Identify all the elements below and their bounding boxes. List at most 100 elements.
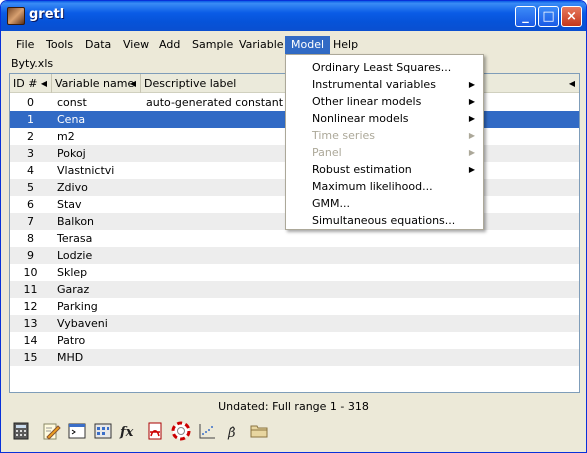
gretl-app-icon[interactable] <box>7 7 25 25</box>
variable-name: Cena <box>57 113 86 126</box>
variable-id: 11 <box>23 283 38 296</box>
model-menu-item-label: Maximum likelihood... <box>312 180 433 193</box>
model-menu-item[interactable]: Robust estimation ▶ <box>286 161 483 178</box>
table-row[interactable]: 10 Sklep <box>10 264 579 281</box>
model-menu-item: Panel ▶ <box>286 144 483 161</box>
variable-id: 10 <box>23 266 38 279</box>
variable-id: 15 <box>23 351 38 364</box>
variable-name: const <box>57 96 87 109</box>
table-row[interactable]: 13 Vybaveni <box>10 315 579 332</box>
beta-model-icon[interactable]: β̂ <box>223 421 243 441</box>
submenu-arrow-icon: ▶ <box>468 114 475 123</box>
column-header-name[interactable]: Variable name ◀ <box>52 74 141 93</box>
gretl-main-window: gretl _ □ × File Tools Data View Add Sam… <box>0 0 587 453</box>
minimize-button[interactable]: _ <box>515 6 536 27</box>
model-menu-item[interactable]: Instrumental variables ▶ <box>286 76 483 93</box>
table-row[interactable]: 8 Terasa <box>10 230 579 247</box>
variable-id: 9 <box>27 249 34 262</box>
submenu-arrow-icon: ▶ <box>468 97 475 106</box>
variable-name: Balkon <box>57 215 95 228</box>
variable-name: MHD <box>57 351 84 364</box>
fx-glyph: fx <box>119 425 134 440</box>
variable-id: 13 <box>23 317 38 330</box>
table-row[interactable]: 11 Garaz <box>10 281 579 298</box>
submenu-arrow-icon: ▶ <box>468 131 475 140</box>
variable-id: 5 <box>27 181 34 194</box>
sort-arrow-icon: ◀ <box>129 79 136 88</box>
menu-add[interactable]: Add <box>153 36 186 54</box>
variable-id: 8 <box>27 232 34 245</box>
help-lifebuoy-icon[interactable] <box>171 421 191 441</box>
menu-help[interactable]: Help <box>327 36 364 54</box>
pdf-manual-icon[interactable] <box>145 421 165 441</box>
column-header-id-label: ID # <box>13 77 38 90</box>
menu-data[interactable]: Data <box>79 36 117 54</box>
model-menu-item[interactable]: Nonlinear models ▶ <box>286 110 483 127</box>
console-icon[interactable] <box>67 421 87 441</box>
table-row[interactable]: 15 MHD <box>10 349 579 366</box>
window-title: gretl <box>29 7 65 22</box>
variable-id: 14 <box>23 334 38 347</box>
table-row[interactable]: 14 Patro <box>10 332 579 349</box>
variable-name: Vlastnictvi <box>57 164 115 177</box>
title-bar[interactable]: gretl _ □ × <box>1 1 586 31</box>
column-header-id[interactable]: ID # ◀ <box>10 74 52 93</box>
open-folder-icon[interactable] <box>249 421 269 441</box>
variable-id: 12 <box>23 300 38 313</box>
variable-name: Stav <box>57 198 82 211</box>
variable-name: Garaz <box>57 283 90 296</box>
beta-hat-glyph: β̂ <box>227 426 236 441</box>
variable-name: Parking <box>57 300 98 313</box>
model-menu-item-label: Panel <box>312 146 342 159</box>
variable-label: auto-generated constant <box>146 96 284 109</box>
model-menu-item-label: Nonlinear models <box>312 112 409 125</box>
menu-tools[interactable]: Tools <box>40 36 79 54</box>
variable-name: Sklep <box>57 266 88 279</box>
variable-name: Lodzie <box>57 249 93 262</box>
function-packages-icon[interactable]: fx <box>119 421 139 441</box>
close-button[interactable]: × <box>561 6 582 27</box>
table-row[interactable]: 9 Lodzie <box>10 247 579 264</box>
model-menu-item: Time series ▶ <box>286 127 483 144</box>
model-menu-item[interactable]: GMM... <box>286 195 483 212</box>
status-bar: Undated: Full range 1 - 318 <box>218 400 369 413</box>
variable-name: Terasa <box>57 232 93 245</box>
model-menu-item[interactable]: Ordinary Least Squares... <box>286 59 483 76</box>
menu-view[interactable]: View <box>117 36 155 54</box>
variable-name: m2 <box>57 130 75 143</box>
script-editor-icon[interactable] <box>41 421 61 441</box>
session-icons-icon[interactable] <box>93 421 113 441</box>
graph-icon[interactable] <box>197 421 217 441</box>
variable-id: 4 <box>27 164 34 177</box>
maximize-button[interactable]: □ <box>538 6 559 27</box>
model-menu-item[interactable]: Simultaneous equations... <box>286 212 483 229</box>
model-menu-item[interactable]: Other linear models ▶ <box>286 93 483 110</box>
variable-name: Patro <box>57 334 86 347</box>
model-menu-dropdown: Ordinary Least Squares... Instrumental va… <box>285 54 484 230</box>
variable-id: 2 <box>27 130 34 143</box>
model-menu-item-label: Other linear models <box>312 95 422 108</box>
column-header-label-text: Descriptive label <box>144 77 237 90</box>
model-menu-item-label: Time series <box>312 129 375 142</box>
model-menu-item-label: Instrumental variables <box>312 78 436 91</box>
menu-bar: File Tools Data View Add Sample Variable… <box>4 34 584 55</box>
submenu-arrow-icon: ▶ <box>468 148 475 157</box>
calculator-icon[interactable] <box>11 421 31 441</box>
variable-id: 0 <box>27 96 34 109</box>
model-menu-item[interactable]: Maximum likelihood... <box>286 178 483 195</box>
variable-id: 6 <box>27 198 34 211</box>
submenu-arrow-icon: ▶ <box>468 165 475 174</box>
menu-file[interactable]: File <box>10 36 40 54</box>
menu-model[interactable]: Model <box>285 36 331 54</box>
table-row[interactable]: 12 Parking <box>10 298 579 315</box>
dataset-filename: Byty.xls <box>11 57 54 70</box>
variable-name: Zdivo <box>57 181 88 194</box>
variable-id: 1 <box>27 113 34 126</box>
model-menu-item-label: Simultaneous equations... <box>312 214 456 227</box>
model-menu-item-label: GMM... <box>312 197 350 210</box>
sort-arrow-icon: ◀ <box>40 79 47 88</box>
variable-name: Pokoj <box>57 147 86 160</box>
submenu-arrow-icon: ▶ <box>468 80 475 89</box>
menu-variable[interactable]: Variable <box>233 36 290 54</box>
menu-sample[interactable]: Sample <box>186 36 239 54</box>
